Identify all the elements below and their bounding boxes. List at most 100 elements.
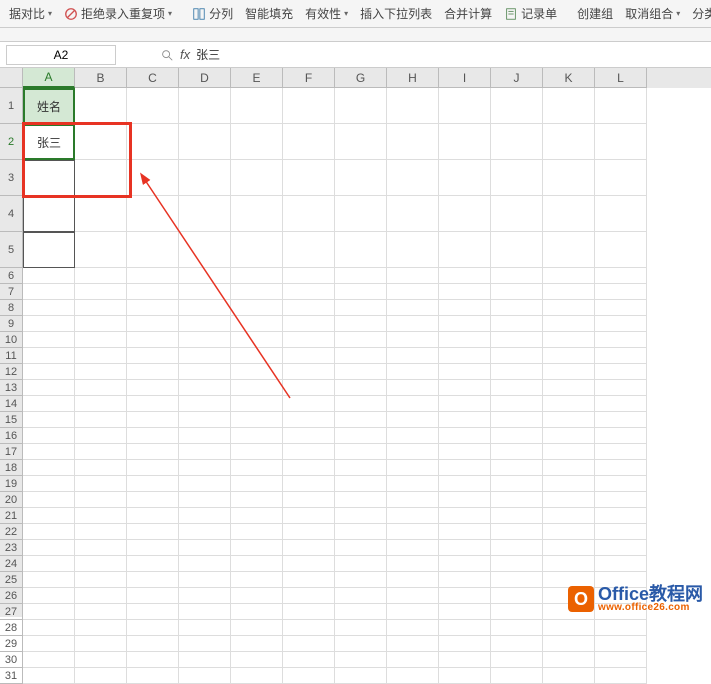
cell-G6[interactable] xyxy=(335,268,387,284)
cell-F12[interactable] xyxy=(283,364,335,380)
row-header-14[interactable]: 14 xyxy=(0,396,23,412)
cell-F20[interactable] xyxy=(283,492,335,508)
cell-C16[interactable] xyxy=(127,428,179,444)
cell-A22[interactable] xyxy=(23,524,75,540)
cell-C4[interactable] xyxy=(127,196,179,232)
cell-J1[interactable] xyxy=(491,88,543,124)
cell-H23[interactable] xyxy=(387,540,439,556)
cell-B16[interactable] xyxy=(75,428,127,444)
cell-D24[interactable] xyxy=(179,556,231,572)
cell-B12[interactable] xyxy=(75,364,127,380)
cell-L2[interactable] xyxy=(595,124,647,160)
cell-K15[interactable] xyxy=(543,412,595,428)
cell-J6[interactable] xyxy=(491,268,543,284)
cell-E20[interactable] xyxy=(231,492,283,508)
cell-L31[interactable] xyxy=(595,668,647,684)
cell-K7[interactable] xyxy=(543,284,595,300)
cell-A14[interactable] xyxy=(23,396,75,412)
cell-K28[interactable] xyxy=(543,620,595,636)
cell-H30[interactable] xyxy=(387,652,439,668)
cell-A17[interactable] xyxy=(23,444,75,460)
cell-J23[interactable] xyxy=(491,540,543,556)
cell-E29[interactable] xyxy=(231,636,283,652)
cell-H8[interactable] xyxy=(387,300,439,316)
cell-C9[interactable] xyxy=(127,316,179,332)
cell-D17[interactable] xyxy=(179,444,231,460)
cell-F26[interactable] xyxy=(283,588,335,604)
row-header-27[interactable]: 27 xyxy=(0,604,23,620)
cells-area[interactable]: 姓名张三 xyxy=(23,88,711,617)
cell-J8[interactable] xyxy=(491,300,543,316)
cell-J11[interactable] xyxy=(491,348,543,364)
cell-K29[interactable] xyxy=(543,636,595,652)
cell-C3[interactable] xyxy=(127,160,179,196)
cell-A8[interactable] xyxy=(23,300,75,316)
column-header-L[interactable]: L xyxy=(595,68,647,88)
row-header-26[interactable]: 26 xyxy=(0,588,23,604)
cell-L21[interactable] xyxy=(595,508,647,524)
cell-K13[interactable] xyxy=(543,380,595,396)
row-header-25[interactable]: 25 xyxy=(0,572,23,588)
cell-D18[interactable] xyxy=(179,460,231,476)
row-header-17[interactable]: 17 xyxy=(0,444,23,460)
cell-B15[interactable] xyxy=(75,412,127,428)
cell-J2[interactable] xyxy=(491,124,543,160)
cell-J29[interactable] xyxy=(491,636,543,652)
column-header-B[interactable]: B xyxy=(75,68,127,88)
cell-D6[interactable] xyxy=(179,268,231,284)
cell-G7[interactable] xyxy=(335,284,387,300)
cell-I1[interactable] xyxy=(439,88,491,124)
cell-H4[interactable] xyxy=(387,196,439,232)
cell-D13[interactable] xyxy=(179,380,231,396)
row-header-23[interactable]: 23 xyxy=(0,540,23,556)
cell-J5[interactable] xyxy=(491,232,543,268)
cell-C14[interactable] xyxy=(127,396,179,412)
cell-L5[interactable] xyxy=(595,232,647,268)
row-header-24[interactable]: 24 xyxy=(0,556,23,572)
cell-C11[interactable] xyxy=(127,348,179,364)
cell-A23[interactable] xyxy=(23,540,75,556)
cell-D29[interactable] xyxy=(179,636,231,652)
cell-K11[interactable] xyxy=(543,348,595,364)
cell-C20[interactable] xyxy=(127,492,179,508)
cell-A19[interactable] xyxy=(23,476,75,492)
row-header-16[interactable]: 16 xyxy=(0,428,23,444)
cell-G30[interactable] xyxy=(335,652,387,668)
cell-C27[interactable] xyxy=(127,604,179,620)
cell-H29[interactable] xyxy=(387,636,439,652)
cell-H27[interactable] xyxy=(387,604,439,620)
cell-A24[interactable] xyxy=(23,556,75,572)
cell-H6[interactable] xyxy=(387,268,439,284)
cell-D2[interactable] xyxy=(179,124,231,160)
cell-I21[interactable] xyxy=(439,508,491,524)
cell-L19[interactable] xyxy=(595,476,647,492)
cell-I24[interactable] xyxy=(439,556,491,572)
cell-G5[interactable] xyxy=(335,232,387,268)
cell-E28[interactable] xyxy=(231,620,283,636)
cell-B18[interactable] xyxy=(75,460,127,476)
cell-E15[interactable] xyxy=(231,412,283,428)
cell-F29[interactable] xyxy=(283,636,335,652)
cell-K18[interactable] xyxy=(543,460,595,476)
cell-F19[interactable] xyxy=(283,476,335,492)
cell-G9[interactable] xyxy=(335,316,387,332)
cell-E26[interactable] xyxy=(231,588,283,604)
cell-I10[interactable] xyxy=(439,332,491,348)
cell-B27[interactable] xyxy=(75,604,127,620)
cell-H13[interactable] xyxy=(387,380,439,396)
cell-I26[interactable] xyxy=(439,588,491,604)
cell-G25[interactable] xyxy=(335,572,387,588)
row-header-4[interactable]: 4 xyxy=(0,196,23,232)
cell-D1[interactable] xyxy=(179,88,231,124)
cell-F24[interactable] xyxy=(283,556,335,572)
cell-E3[interactable] xyxy=(231,160,283,196)
cell-I5[interactable] xyxy=(439,232,491,268)
cell-J9[interactable] xyxy=(491,316,543,332)
cell-D4[interactable] xyxy=(179,196,231,232)
cell-L17[interactable] xyxy=(595,444,647,460)
cell-G12[interactable] xyxy=(335,364,387,380)
cell-F10[interactable] xyxy=(283,332,335,348)
cell-A1[interactable]: 姓名 xyxy=(23,88,75,124)
cell-K12[interactable] xyxy=(543,364,595,380)
cell-F14[interactable] xyxy=(283,396,335,412)
